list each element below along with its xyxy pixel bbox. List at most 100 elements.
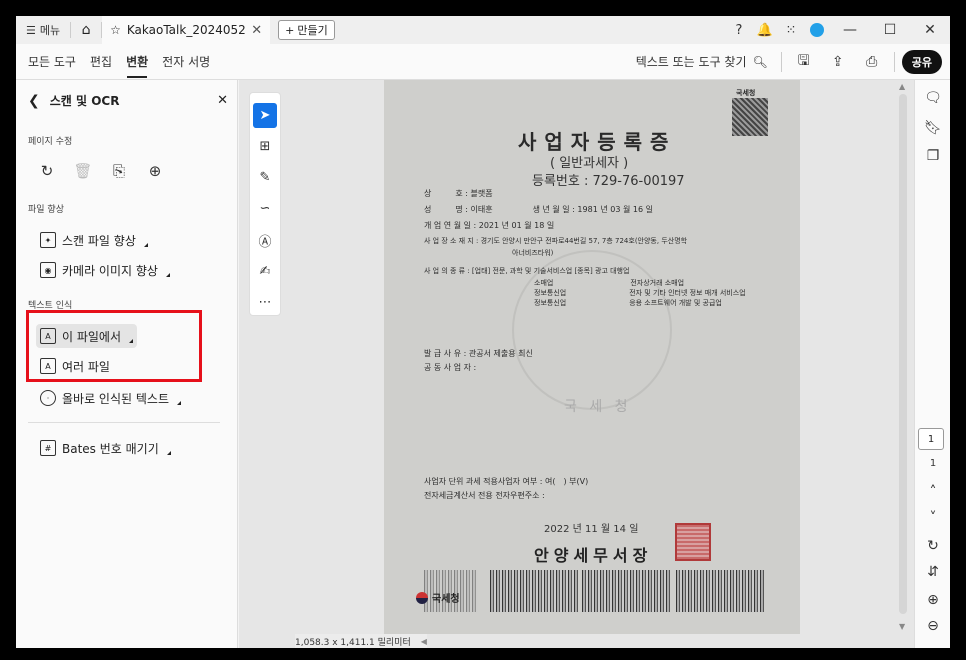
ocr-multiple-files-item[interactable]: A 여러 파일 — [40, 354, 110, 378]
tab-edit[interactable]: 편집 — [83, 44, 119, 80]
item-label: Bates 번호 매기기 — [62, 441, 159, 456]
doc-row: 전자세금계산서 전용 전자우편주소 : — [424, 491, 545, 500]
enhance-scan-item[interactable]: ✦ 스캔 파일 향상 — [40, 228, 148, 252]
tab-e-sign[interactable]: 전자 서명 — [155, 44, 217, 80]
apps-grid-icon[interactable]: ⁙ — [778, 16, 804, 44]
notification-icon[interactable]: 🔔 — [752, 16, 778, 44]
close-window-button[interactable]: ✕ — [910, 16, 950, 44]
zoom-in-icon[interactable]: ⊕ — [915, 592, 950, 608]
scan-enhance-icon: ✦ — [40, 232, 56, 248]
find-label: 텍스트 또는 도구 찾기 — [635, 55, 747, 69]
scroll-down-icon[interactable]: ▼ — [899, 622, 905, 631]
doc-row: 아너비즈타워) — [512, 249, 554, 257]
help-icon[interactable]: ? — [726, 16, 752, 44]
more-options-icon[interactable]: ⋯ — [253, 290, 277, 315]
home-icon[interactable]: ⌂ — [71, 16, 101, 44]
menu-button[interactable]: ☰ 메뉴 — [16, 16, 70, 44]
zoom-out-icon[interactable]: ⊖ — [915, 618, 950, 634]
nts-top-label: 국세청 — [736, 89, 756, 97]
seal-text: 국 세 청 — [564, 399, 632, 415]
save-icon[interactable]: 🖫 — [789, 47, 819, 77]
document-tab[interactable]: ☆ KakaoTalk_20240521... ✕ — [102, 16, 271, 44]
scroll-thumb[interactable] — [899, 94, 907, 614]
nts-logo: 국세청 — [416, 590, 460, 605]
issue-date: 2022 년 11 월 14 일 — [544, 524, 639, 535]
app-window: ☰ 메뉴 ⌂ ☆ KakaoTalk_20240521... ✕ + 만들기 ?… — [16, 16, 950, 648]
barcode — [490, 570, 578, 612]
avatar[interactable] — [804, 16, 830, 44]
zoom-text-icon: · — [40, 390, 56, 406]
bates-numbering-item[interactable]: # Bates 번호 매기기 — [40, 436, 171, 460]
status-bar: 1,058.3 x 1,411.1 밀리미터 ◀ — [295, 634, 427, 648]
doc-subtitle: ( 일반과세자 ) — [550, 156, 629, 171]
doc-row: 개 업 연 월 일 : 2021 년 01 월 18 일 — [424, 221, 555, 230]
correct-text-item[interactable]: · 올바로 인식된 텍스트 — [40, 386, 181, 410]
enhance-camera-item[interactable]: ◉ 카메라 이미지 향상 — [40, 258, 170, 282]
comments-icon[interactable]: 🗨︎ — [915, 90, 950, 106]
share-button[interactable]: 공유 — [901, 49, 942, 74]
sign-icon[interactable]: ✍ — [253, 259, 277, 284]
doc-row: 발 급 사 유 : 관공서 제출용 최신 — [424, 349, 533, 358]
page-number-input[interactable]: 1 — [918, 428, 944, 450]
tab-all-tools[interactable]: 모든 도구 — [16, 44, 83, 80]
ocr-this-file-item[interactable]: A 이 파일에서 — [36, 324, 138, 348]
vertical-scrollbar[interactable]: ▲ ▼ — [896, 80, 910, 634]
item-label: 이 파일에서 — [62, 329, 122, 344]
divider — [893, 51, 895, 72]
total-pages: 1 — [929, 458, 937, 469]
page-dimensions: 1,058.3 x 1,411.1 밀리미터 — [295, 637, 411, 648]
doc-row: 상 호 : 블랫폼 — [424, 189, 493, 198]
document-viewer: ➤ ⊞ ✎ ∽ Ⓐ ✍ ⋯ 국세청 국 세 청 사업자등록증 ( 일반과세자 )… — [239, 80, 914, 648]
print-icon[interactable]: ⎙ — [857, 47, 887, 77]
scan-ocr-panel: ❮ 스캔 및 OCR ✕ 페이지 수정 ↻ 🗑︎ ⎘ ⊕ 파일 향상 ✦ 스캔 … — [16, 80, 238, 648]
new-tab-label: 만들기 — [297, 24, 328, 37]
doc-row: 정보통신업 응용 소프트웨어 개발 및 공급업 — [534, 299, 722, 307]
nts-emblem-icon — [416, 591, 428, 604]
bates-icon: # — [40, 440, 56, 456]
submenu-indicator — [143, 243, 148, 247]
hamburger-icon: ☰ — [26, 23, 36, 37]
close-panel-icon[interactable]: ✕ — [217, 93, 228, 108]
star-icon[interactable]: ☆ — [110, 23, 121, 37]
minimize-button[interactable]: — — [830, 16, 870, 44]
text-box-icon[interactable]: Ⓐ — [253, 228, 277, 253]
scroll-mode-icon[interactable]: ⇵ — [915, 564, 950, 580]
doc-row: 소매업 전자상거래 소매업 — [534, 279, 685, 287]
qr-code — [732, 98, 768, 136]
back-icon[interactable]: ❮ — [28, 93, 40, 109]
extract-page-icon[interactable]: ⎘ — [108, 160, 130, 182]
find-tools-button[interactable]: 텍스트 또는 도구 찾기 🔍︎ — [630, 53, 774, 70]
nts-label: 국세청 — [432, 594, 460, 605]
highlight-pen-icon[interactable]: ✎ — [253, 165, 277, 190]
bookmark-icon[interactable]: 🔖︎ — [915, 120, 950, 136]
official-stamp — [675, 523, 711, 561]
divider — [780, 51, 782, 72]
title-bar: ☰ 메뉴 ⌂ ☆ KakaoTalk_20240521... ✕ + 만들기 ?… — [16, 16, 950, 44]
page-edit-tools: ↻ 🗑︎ ⎘ ⊕ — [36, 160, 166, 182]
next-page-icon[interactable]: ˅ — [915, 510, 950, 526]
panel-header: ❮ 스캔 및 OCR ✕ — [28, 92, 228, 109]
quick-tools: ➤ ⊞ ✎ ∽ Ⓐ ✍ ⋯ — [249, 92, 281, 316]
barcode — [676, 570, 764, 612]
scroll-left-icon[interactable]: ◀ — [421, 637, 427, 646]
select-cursor-icon[interactable]: ➤ — [253, 103, 277, 129]
insert-page-icon[interactable]: ⊕ — [144, 160, 166, 182]
submenu-indicator — [177, 401, 181, 405]
tab-convert[interactable]: 변환 — [119, 44, 155, 80]
doc-title: 사업자등록증 — [518, 130, 677, 154]
delete-icon[interactable]: 🗑︎ — [72, 160, 94, 182]
maximize-button[interactable]: ☐ — [870, 16, 910, 44]
multi-file-icon: A — [40, 358, 56, 374]
prev-page-icon[interactable]: ˄ — [915, 484, 950, 500]
close-tab-icon[interactable]: ✕ — [251, 23, 262, 38]
pages-icon[interactable]: ❐ — [915, 148, 950, 164]
rotate-icon[interactable]: ↻ — [36, 160, 58, 182]
refresh-icon[interactable]: ↻ — [915, 538, 950, 554]
new-tab-button[interactable]: + 만들기 — [278, 20, 335, 40]
scroll-up-icon[interactable]: ▲ — [899, 82, 905, 91]
add-comment-icon[interactable]: ⊞ — [253, 134, 277, 159]
camera-icon: ◉ — [40, 262, 56, 278]
pdf-page: 국세청 국 세 청 사업자등록증 ( 일반과세자 ) 등록번호 : 729-76… — [384, 80, 800, 634]
upload-cloud-icon[interactable]: ⇪ — [823, 47, 853, 77]
draw-freehand-icon[interactable]: ∽ — [253, 196, 277, 221]
